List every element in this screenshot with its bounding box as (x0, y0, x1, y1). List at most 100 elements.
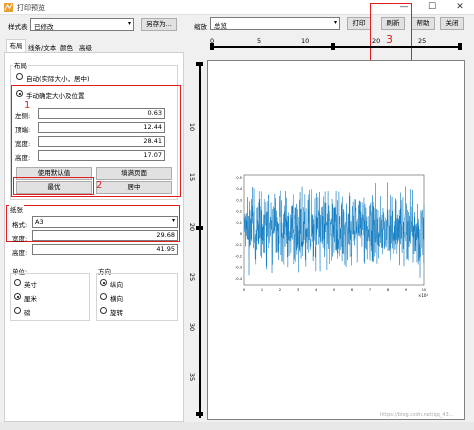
ruler-tick-label: 35 (188, 372, 197, 382)
x-tick-labels: 0 1 2 3 4 5 6 7 8 9 10 (243, 288, 426, 292)
y-tick-label: -0.1 (235, 243, 242, 247)
style-sheet-value: 已修改 (34, 23, 54, 31)
paper-format-select[interactable]: A3 ▾ (32, 216, 178, 228)
highlight-box-2 (13, 177, 94, 195)
save-as-button[interactable]: 另存为... (141, 18, 177, 31)
x-tick-label: 10 (422, 288, 426, 292)
unit-point-label: 磅 (24, 309, 31, 317)
left-ruler[interactable]: 10 15 20 25 30 35 (188, 60, 206, 420)
ruler-tick-label: 15 (188, 172, 197, 182)
window-title: 打印预览 (17, 4, 45, 12)
maximize-button[interactable]: ☐ (418, 0, 446, 14)
paper-height-input[interactable]: 41.95 (32, 244, 178, 255)
format-label: 格式: (12, 221, 28, 229)
ruler-bottom-handle[interactable] (196, 412, 203, 416)
x-tick-label: 5 (333, 288, 335, 292)
auto-option-label: 自动(实际大小，居中) (26, 75, 90, 83)
width-label: 宽度: (15, 140, 31, 148)
annotation-2: 2 (96, 180, 103, 191)
ruler-tick-label: 10 (188, 122, 197, 132)
bottom-strip (0, 422, 474, 430)
watermark-text: https://blog.csdn.net/qq_43... (380, 412, 454, 418)
unit-point-radio[interactable] (14, 307, 21, 314)
x-tick-label: 7 (369, 288, 371, 292)
ruler-tick-label: 25 (188, 272, 197, 282)
ruler-bar (199, 62, 201, 418)
tab-bar: 布局 线条/文本 颜色 高级 (4, 39, 188, 53)
ruler-tick-label: 30 (188, 322, 197, 332)
paper-format-value: A3 (35, 218, 44, 226)
highlight-box-3 (370, 3, 412, 61)
ruler-tick-label: 20 (188, 222, 197, 232)
x-tick-label: 6 (351, 288, 353, 292)
layout-group-title: 布局 (13, 60, 28, 70)
top-input[interactable]: 12.44 (38, 122, 165, 133)
ruler-tick-label: 10 (301, 37, 310, 45)
y-tick-label: 0.4 (236, 187, 242, 191)
close-window-button[interactable]: ✕ (446, 0, 474, 14)
x-tick-label: 3 (297, 288, 299, 292)
print-button[interactable]: 打印 (347, 17, 371, 30)
unit-inch-label: 英寸 (24, 281, 37, 289)
paper-height-label: 高度: (12, 249, 28, 257)
unit-cm-label: 厘米 (24, 295, 37, 303)
x-tick-label: 0 (243, 288, 245, 292)
zoom-label: 缩放 (194, 23, 207, 31)
y-tick-label: -0.4 (235, 277, 243, 281)
rotate-radio[interactable] (100, 307, 107, 314)
page-preview: 0.5 0.4 0.3 0.2 0.1 0 -0.1 -0.2 -0.3 -0.4 0 1 2 3 4 5 6… (207, 60, 465, 420)
height-label: 高度: (15, 154, 31, 162)
paper-width-input[interactable]: 29.68 (32, 230, 178, 241)
help-button[interactable]: 帮助 (411, 17, 435, 30)
x-tick-label: 8 (387, 288, 389, 292)
tab-lines-text[interactable]: 线条/文本 (28, 42, 56, 52)
tab-color[interactable]: 颜色 (60, 42, 73, 52)
left-input[interactable]: 0.63 (38, 108, 165, 119)
x-tick-label: 9 (405, 288, 407, 292)
chevron-down-icon: ▾ (333, 19, 337, 26)
ruler-top-handle[interactable] (196, 62, 203, 66)
x-tick-label: 4 (315, 288, 318, 292)
auto-radio[interactable] (16, 73, 23, 80)
unit-cm-radio[interactable] (14, 293, 21, 300)
tab-advanced[interactable]: 高级 (79, 42, 92, 52)
orientation-group (96, 273, 178, 321)
ruler-tick-label: 20 (372, 37, 381, 45)
top-ruler[interactable]: 0 5 10 20 25 (210, 37, 465, 51)
paper-width-label: 宽度: (12, 235, 28, 243)
unit-inch-radio[interactable] (14, 279, 21, 286)
y-tick-labels: 0.5 0.4 0.3 0.2 0.1 0 -0.1 -0.2 -0.3 -0.4 (235, 176, 243, 281)
style-sheet-select[interactable]: 已修改 ▾ (30, 18, 134, 31)
ruler-left-handle[interactable] (210, 43, 214, 50)
style-sheet-label: 样式表 (8, 23, 28, 31)
matlab-app-icon (4, 3, 13, 12)
waveform-plot: 0.5 0.4 0.3 0.2 0.1 0 -0.1 -0.2 -0.3 -0.4 0 1 2 3 4 5 6… (235, 174, 428, 298)
ruler-tick-label: 25 (418, 37, 427, 45)
chevron-down-icon: ▾ (127, 20, 131, 27)
top-label: 顶端: (15, 126, 31, 134)
landscape-label: 横向 (110, 295, 123, 303)
x-exponent-label: ×10⁴ (418, 293, 428, 298)
manual-radio[interactable] (16, 90, 23, 97)
ruler-bar (212, 46, 462, 48)
zoom-select[interactable]: 总览 ▾ (210, 17, 340, 30)
ruler-center-handle[interactable] (331, 43, 335, 50)
zoom-value: 总览 (214, 22, 227, 30)
y-tick-label: 0.3 (236, 198, 242, 202)
ruler-right-handle[interactable] (458, 43, 462, 50)
close-button[interactable]: 关闭 (440, 17, 464, 30)
y-tick-label: -0.3 (235, 266, 242, 270)
tab-layout[interactable]: 布局 (6, 39, 26, 53)
ruler-middle-handle[interactable] (196, 226, 203, 230)
center-button[interactable]: 居中 (96, 181, 172, 194)
landscape-radio[interactable] (100, 293, 107, 300)
portrait-label: 纵向 (110, 281, 123, 289)
width-input[interactable]: 28.41 (38, 136, 165, 147)
x-tick-label: 2 (279, 288, 281, 292)
portrait-radio[interactable] (100, 279, 107, 286)
manual-option-label: 手动确定大小及位置 (26, 92, 85, 100)
height-input[interactable]: 17.07 (38, 150, 165, 161)
fill-page-button[interactable]: 填满页面 (96, 167, 172, 180)
rotate-label: 旋转 (110, 309, 123, 317)
y-tick-label: 0.5 (236, 176, 242, 180)
